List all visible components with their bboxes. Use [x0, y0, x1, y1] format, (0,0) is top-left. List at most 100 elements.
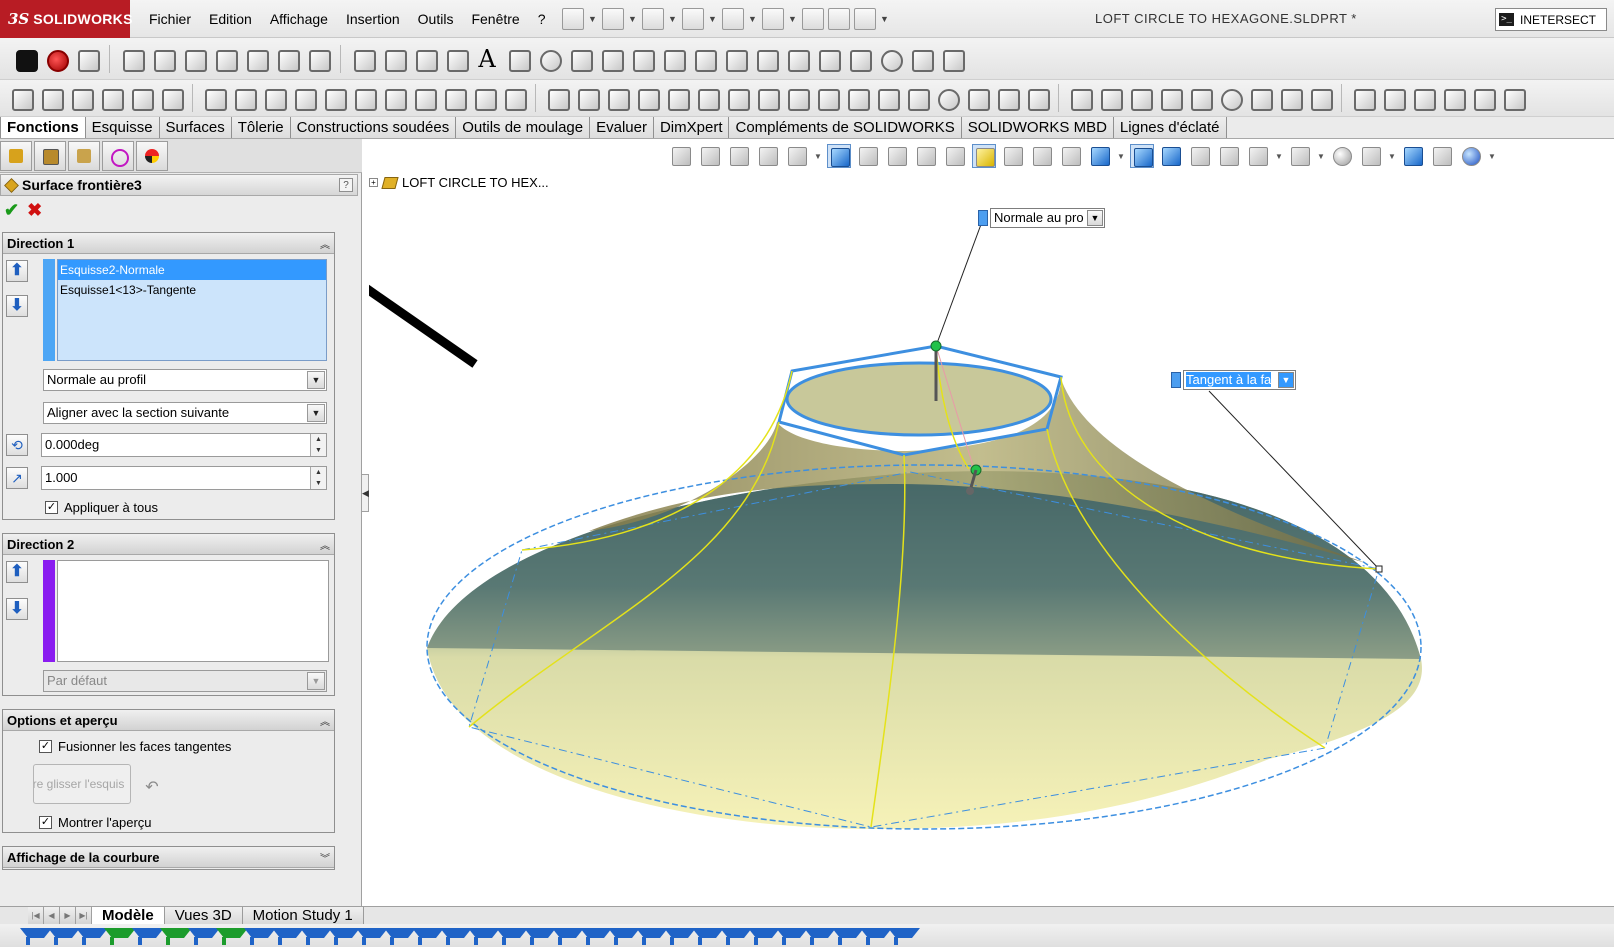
filter-faces-icon[interactable] — [214, 926, 248, 946]
chevron-down-icon[interactable]: ▼ — [307, 404, 325, 422]
tab-vues-3d[interactable]: Vues 3D — [164, 907, 243, 924]
filter-routing-points-icon[interactable] — [774, 926, 808, 946]
options-dropdown-icon[interactable]: ▼ — [880, 8, 890, 30]
feature-tool-21-icon[interactable] — [634, 85, 660, 111]
move-down-arrow-icon[interactable]: ⬇ — [6, 598, 28, 620]
tab-modele[interactable]: Modèle — [92, 907, 165, 924]
menu-outils[interactable]: Outils — [409, 0, 463, 38]
dimension-icon[interactable] — [350, 46, 376, 72]
chevron-down-icon[interactable]: ▼ — [307, 371, 325, 389]
feature-tool-12-icon[interactable] — [351, 85, 377, 111]
direction2-curve-list[interactable] — [57, 560, 329, 662]
rebuild-icon[interactable] — [802, 8, 824, 30]
feature-tool-24-icon[interactable] — [724, 85, 750, 111]
feature-tool-25-icon[interactable] — [754, 85, 780, 111]
tab-surfaces[interactable]: Surfaces — [159, 117, 232, 138]
table-icon[interactable] — [939, 46, 965, 72]
menu-insertion[interactable]: Insertion — [337, 0, 409, 38]
undo-icon[interactable] — [722, 8, 744, 30]
sketch-tool-1-icon[interactable] — [119, 46, 145, 72]
feature-tool-15-icon[interactable] — [441, 85, 467, 111]
move-up-arrow-icon[interactable]: ⬆ — [6, 260, 28, 282]
callout-handle-icon[interactable] — [978, 210, 988, 226]
feature-tool-7-icon[interactable] — [201, 85, 227, 111]
chevron-double-up-icon[interactable]: ︽ — [320, 236, 330, 251]
chevron-double-up-icon[interactable]: ︽ — [320, 537, 330, 552]
feature-tool-28-icon[interactable] — [844, 85, 870, 111]
filter-midpoints-icon[interactable] — [410, 926, 444, 946]
move-up-arrow-icon[interactable]: ⬆ — [6, 561, 28, 583]
apply-all-checkbox[interactable]: ✓ Appliquer à tous — [45, 500, 158, 515]
filter-notes-icon[interactable] — [578, 926, 612, 946]
cancel-x-icon[interactable]: ✖ — [27, 200, 42, 221]
filter-datum-targets-icon[interactable] — [634, 926, 668, 946]
toolbar-settings-icon[interactable] — [74, 46, 100, 72]
feature-tool-39-icon[interactable] — [1217, 85, 1243, 111]
filter-surface-finish-icon[interactable] — [522, 926, 556, 946]
draft-angle-input[interactable]: 0.000deg ▲ ▼ — [41, 433, 327, 457]
filter-last-icon[interactable] — [886, 926, 920, 946]
feature-manager-tab-icon[interactable] — [0, 141, 32, 171]
merge-tangent-checkbox[interactable]: ✓ Fusionner les faces tangentes — [39, 739, 231, 754]
open-folder-icon[interactable] — [602, 8, 624, 30]
filter-ball-icon[interactable] — [830, 926, 864, 946]
open-dropdown-icon[interactable]: ▼ — [628, 8, 638, 30]
filter-clear-icon[interactable] — [46, 926, 80, 946]
feature-tool-46-icon[interactable] — [1470, 85, 1496, 111]
checkbox-checked-icon[interactable]: ✓ — [39, 740, 52, 753]
tab-lignes-eclate[interactable]: Lignes d'éclaté — [1113, 117, 1227, 138]
feature-tool-16-icon[interactable] — [471, 85, 497, 111]
show-preview-checkbox[interactable]: ✓ Montrer l'aperçu — [39, 815, 152, 830]
feature-tool-2-icon[interactable] — [38, 85, 64, 111]
endpoint-marker[interactable] — [1375, 565, 1383, 573]
feature-tool-47-icon[interactable] — [1500, 85, 1526, 111]
callout-select[interactable]: Normale au pro ▼ — [990, 208, 1105, 228]
tab-evaluer[interactable]: Evaluer — [590, 117, 654, 138]
filter-planes-icon[interactable] — [326, 926, 360, 946]
callout-direction1-end[interactable]: Tangent à la fa ▼ — [1171, 370, 1296, 390]
feature-tool-38-icon[interactable] — [1187, 85, 1213, 111]
help-button[interactable]: ? — [339, 178, 353, 192]
select-dropdown-icon[interactable]: ▼ — [788, 8, 798, 30]
tab-solidworks-mbd[interactable]: SOLIDWORKS MBD — [961, 117, 1114, 138]
filter-dimensions-icon[interactable] — [494, 926, 528, 946]
feature-tool-6-icon[interactable] — [158, 85, 184, 111]
hole-callout-icon[interactable] — [722, 46, 748, 72]
feature-tool-42-icon[interactable] — [1307, 85, 1333, 111]
panel-collapse-handle[interactable]: ◀ — [361, 474, 369, 512]
options-icon[interactable] — [854, 8, 876, 30]
property-manager-tab-icon[interactable] — [34, 141, 66, 171]
filter-center-marks-icon[interactable] — [438, 926, 472, 946]
center-mark-icon[interactable] — [877, 46, 903, 72]
next-tab-icon[interactable]: ▶ — [60, 907, 76, 924]
feature-tool-26-icon[interactable] — [784, 85, 810, 111]
checkbox-checked-icon[interactable]: ✓ — [45, 501, 58, 514]
callout-direction1-start[interactable]: Normale au pro ▼ — [978, 208, 1105, 228]
list-item-esquisse1-tangente[interactable]: Esquisse1<13>-Tangente — [58, 280, 326, 300]
geometric-tolerance-icon[interactable] — [629, 46, 655, 72]
feature-tool-41-icon[interactable] — [1277, 85, 1303, 111]
filter-sketch-points-icon[interactable] — [354, 926, 388, 946]
feature-tool-35-icon[interactable] — [1097, 85, 1123, 111]
feature-tool-5-icon[interactable] — [128, 85, 154, 111]
select-arrow-icon[interactable] — [762, 8, 784, 30]
chevron-down-icon[interactable]: ▼ — [1278, 372, 1294, 388]
screen-capture-icon[interactable] — [12, 46, 38, 72]
chevron-double-up-icon[interactable]: ︽ — [320, 713, 330, 728]
top-circle-profile[interactable] — [785, 361, 1053, 437]
direction1-header[interactable]: Direction 1 ︽ — [3, 233, 334, 254]
record-icon[interactable] — [43, 46, 69, 72]
file-properties-icon[interactable] — [828, 8, 850, 30]
filter-centerline-icon[interactable] — [466, 926, 500, 946]
filter-edges-icon[interactable] — [186, 926, 220, 946]
balloon-icon[interactable] — [536, 46, 562, 72]
configuration-manager-tab-icon[interactable] — [68, 141, 100, 171]
spin-arrows-icon[interactable]: ▲ ▼ — [310, 434, 326, 456]
filter-grounding-icon[interactable] — [858, 926, 892, 946]
filter-connection-points-icon[interactable] — [746, 926, 780, 946]
list-item-esquisse2-normale[interactable]: Esquisse2-Normale — [58, 260, 326, 280]
filter-mid-icon[interactable] — [802, 926, 836, 946]
menu-affichage[interactable]: Affichage — [261, 0, 337, 38]
weld-symbol-icon[interactable] — [598, 46, 624, 72]
filter-weld-symbols-icon[interactable] — [606, 926, 640, 946]
